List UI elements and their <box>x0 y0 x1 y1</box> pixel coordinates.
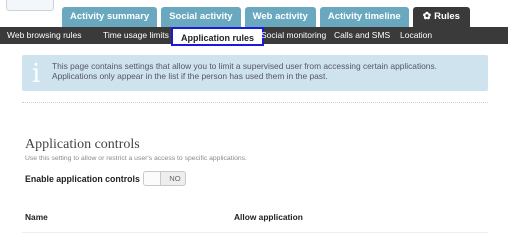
tab-label: Social activity <box>169 11 233 22</box>
column-header-name: Name <box>25 212 48 222</box>
subnav-application-rules[interactable]: Application rules <box>171 27 265 46</box>
toggle-knob <box>144 172 161 185</box>
subnav-time-usage-limits[interactable]: Time usage limits <box>103 27 169 44</box>
tab-activity-timeline[interactable]: Activity timeline <box>319 7 409 27</box>
tab-web-activity[interactable]: Web activity <box>244 7 316 27</box>
info-text: This page contains settings that allow y… <box>52 61 437 81</box>
enable-controls-toggle[interactable]: NO <box>143 171 186 186</box>
subnav-calls-and-sms[interactable]: Calls and SMS <box>334 27 390 44</box>
info-banner: i This page contains settings that allow… <box>22 55 488 91</box>
app-frame: Activity summary Social activity Web act… <box>0 0 508 242</box>
header: Activity summary Social activity Web act… <box>0 0 508 27</box>
gear-icon: ✿ <box>422 11 432 22</box>
divider <box>22 102 488 103</box>
table-rule <box>22 232 488 233</box>
tab-label: Activity timeline <box>327 11 401 22</box>
info-icon: i <box>32 59 41 89</box>
tab-activity-summary[interactable]: Activity summary <box>62 7 158 27</box>
column-header-allow: Allow application <box>234 212 303 222</box>
tab-label: Activity summary <box>70 11 150 22</box>
logo <box>6 0 54 11</box>
tab-label: Rules <box>434 11 460 22</box>
subnav-location[interactable]: Location <box>400 27 432 44</box>
tab-label: Web activity <box>252 11 308 22</box>
section-description: Use this setting to allow or restrict a … <box>25 155 247 162</box>
enable-controls-label: Enable application controls <box>25 174 140 184</box>
tab-rules[interactable]: ✿ Rules <box>412 7 470 27</box>
section-title: Application controls <box>25 137 140 152</box>
sub-nav: Web browsing rules Time usage limits App… <box>0 27 508 46</box>
tab-social-activity[interactable]: Social activity <box>161 7 241 27</box>
subnav-web-browsing-rules[interactable]: Web browsing rules <box>7 27 82 44</box>
subnav-social-monitoring[interactable]: Social monitoring <box>261 27 326 44</box>
main-tabs: Activity summary Social activity Web act… <box>62 7 470 27</box>
toggle-value: NO <box>169 174 181 183</box>
